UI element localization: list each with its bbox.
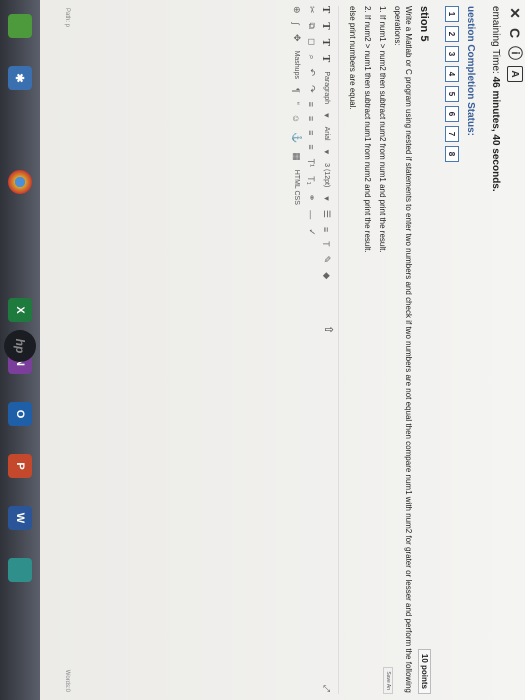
numbered-list-icon[interactable]: ≡: [322, 227, 332, 232]
question-line-1: 1. If num1 > num2 then subtract num2 fro…: [378, 6, 387, 253]
empty-slot-icon: [8, 118, 32, 142]
size-select[interactable]: 3 (12pt): [323, 163, 330, 187]
bullet-list-icon[interactable]: ☰: [321, 210, 332, 218]
toolbar-row-1: T T T T Paragraph ▾ Arial ▾ 3 (12pt) ▾ ☰…: [319, 6, 334, 694]
question-box-2[interactable]: 2: [445, 26, 459, 42]
close-icon[interactable]: ✕: [508, 6, 524, 20]
add-content-icon[interactable]: ⊕: [291, 6, 302, 14]
question-box-5[interactable]: 5: [445, 86, 459, 102]
completion-status-label: uestion Completion Status:: [465, 6, 476, 136]
toolbar-row-3: ⊕ ∫ ✥ Mashups ¶ “ ☺ ⚓ ▦ HTML CSS: [289, 6, 304, 694]
subscript-icon[interactable]: T₁: [307, 176, 317, 185]
bold-button[interactable]: T: [321, 6, 333, 13]
text-color-icon[interactable]: T: [322, 241, 332, 247]
text-editor-toolbar: T T T T Paragraph ▾ Arial ▾ 3 (12pt) ▾ ☰…: [289, 6, 339, 694]
outlook-app-icon[interactable]: O: [8, 402, 32, 426]
hp-logo-icon: hp: [4, 330, 36, 362]
toolbar-row-2: ✂ ⧉ ◻ ⌕ ↶ ↷ ≡ ≡ ≡ ≡ T¹ T₁ ⚭ — ✓: [304, 6, 319, 694]
question-box-6[interactable]: 6: [445, 106, 459, 122]
store-app-icon[interactable]: [8, 14, 32, 38]
anchor-icon[interactable]: ⚓: [291, 132, 302, 143]
horizontal-line-icon[interactable]: —: [307, 210, 317, 219]
question-text: Write a Matlab or C program using nested…: [347, 6, 414, 694]
word-count: Words:0: [64, 669, 70, 692]
question-line-3: else print numbers are equal.: [348, 6, 357, 110]
question-number-boxes: 1 2 3 4 5 6 7 8: [445, 6, 459, 700]
remaining-time: emaining Time: 46 minutes, 40 seconds.: [490, 6, 501, 700]
chevron-down-icon[interactable]: ▾: [321, 150, 332, 155]
points-badge: 10 points: [418, 648, 431, 694]
question-box-3[interactable]: 3: [445, 46, 459, 62]
browser-toolbar: ✕ C ⓘ A: [505, 0, 525, 700]
reload-icon[interactable]: C: [507, 26, 523, 40]
spellcheck-icon[interactable]: ✓: [306, 228, 317, 236]
undo-icon[interactable]: ↶: [306, 69, 317, 77]
quote-icon[interactable]: “: [292, 102, 302, 105]
question-header: stion 5 10 points: [418, 6, 431, 694]
question-title: stion 5: [418, 6, 431, 42]
paragraph-select[interactable]: Paragraph: [323, 71, 330, 104]
align-left-icon[interactable]: ≡: [307, 102, 317, 107]
table-icon[interactable]: ▦: [291, 152, 302, 161]
italic-button[interactable]: T: [321, 22, 333, 29]
timer-value: 46 minutes, 40 seconds.: [490, 76, 501, 192]
powerpoint-app-icon[interactable]: P: [8, 454, 32, 478]
paste-icon[interactable]: ◻: [306, 38, 317, 45]
info-icon[interactable]: ⓘ: [507, 46, 523, 60]
link-icon[interactable]: ⚭: [306, 194, 317, 202]
paragraph-mark-icon[interactable]: ¶: [292, 88, 302, 93]
question-box-4[interactable]: 4: [445, 66, 459, 82]
taskbar: ✱ hp X N O P W: [0, 0, 40, 700]
question-intro: Write a Matlab or C program using nested…: [393, 6, 413, 693]
settings-app-icon[interactable]: ✱: [8, 66, 32, 90]
superscript-icon[interactable]: T¹: [307, 159, 317, 168]
find-icon[interactable]: ⌕: [306, 54, 317, 59]
timer-label: emaining Time:: [490, 6, 501, 74]
chrome-app-icon[interactable]: [8, 170, 32, 194]
save-answer-button[interactable]: Save An: [383, 667, 393, 694]
question-line-2: 2. If num2 > num1 then subtract num1 fro…: [363, 6, 372, 253]
question-box-1[interactable]: 1: [445, 6, 459, 22]
question-box-7[interactable]: 7: [445, 126, 459, 142]
align-right-icon[interactable]: ≡: [307, 130, 317, 135]
underline-button[interactable]: T: [321, 39, 333, 46]
highlight-icon[interactable]: ✎: [321, 256, 332, 264]
strikethrough-button[interactable]: T: [321, 55, 333, 62]
formula-icon[interactable]: ∫: [292, 23, 302, 25]
font-select[interactable]: Arial: [323, 127, 330, 141]
html-css-label[interactable]: HTML CSS: [293, 170, 300, 205]
copy-icon[interactable]: ⧉: [306, 23, 317, 29]
word-app-icon[interactable]: W: [8, 506, 32, 530]
cut-icon[interactable]: ✂: [306, 6, 317, 14]
window-icon[interactable]: A: [507, 66, 523, 82]
emoticon-icon[interactable]: ☺: [292, 114, 302, 123]
align-center-icon[interactable]: ≡: [307, 116, 317, 121]
chevron-down-icon[interactable]: ▾: [321, 113, 332, 118]
browser-screen: ✕ C ⓘ A emaining Time: 46 minutes, 40 se…: [40, 0, 525, 700]
photos-app-icon[interactable]: [8, 558, 32, 582]
path-label: Path: p: [64, 8, 70, 28]
justify-icon[interactable]: ≡: [307, 144, 317, 149]
eraser-icon[interactable]: ◆: [321, 272, 332, 279]
redo-icon[interactable]: ↷: [306, 85, 317, 93]
mouse-pointer-icon: ⇧: [322, 325, 334, 335]
question-box-8[interactable]: 8: [445, 146, 459, 162]
chevron-down-icon[interactable]: ▾: [321, 196, 332, 201]
excel-app-icon[interactable]: X: [8, 298, 32, 322]
mashups-icon[interactable]: ✥: [291, 34, 302, 42]
mashups-select[interactable]: Mashups: [293, 51, 300, 79]
fullscreen-icon[interactable]: ⤢: [321, 685, 332, 692]
